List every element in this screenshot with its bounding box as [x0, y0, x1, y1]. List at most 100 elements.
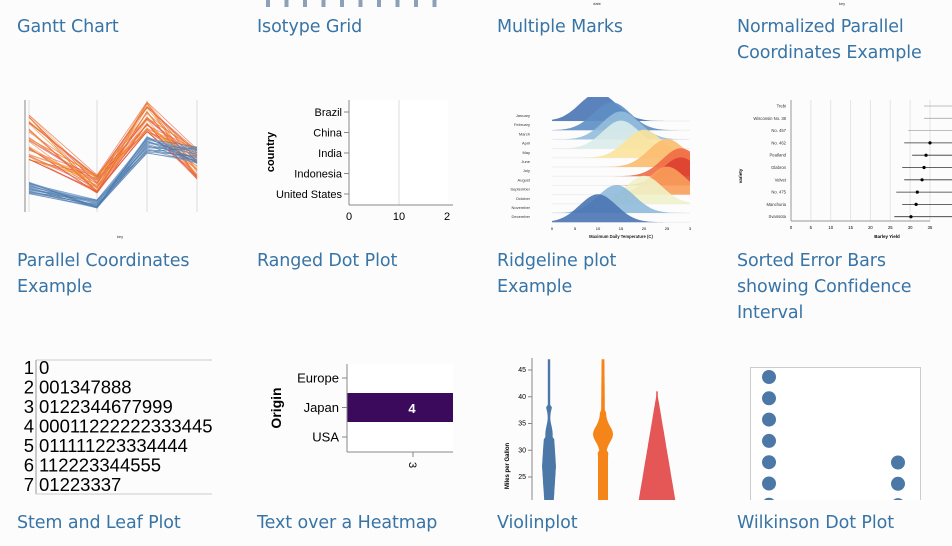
x-tick: 5: [810, 225, 813, 230]
x-tick: 20: [868, 225, 873, 230]
leaves: 01223337: [39, 474, 121, 495]
y-axis-title: variety: [738, 168, 743, 183]
variety-label: Wisconsin No. 38: [753, 116, 786, 121]
gallery-link-wilkinson-dot-plot[interactable]: Wilkinson Dot Plot: [737, 510, 952, 536]
person-icon: [284, 0, 289, 7]
variety-label: Peatland: [769, 153, 786, 158]
leaves: 0122344677999: [39, 396, 173, 417]
variety-label: No. 475: [771, 190, 786, 195]
month-label: December: [512, 214, 531, 219]
variety-label: Glabron: [771, 165, 787, 170]
dot: [762, 391, 776, 406]
leaves: 0: [39, 358, 49, 378]
variety-label: No. 462: [771, 140, 786, 145]
y-axis-title: Miles per Gallon: [505, 443, 511, 490]
y-tick: 30: [518, 447, 526, 454]
isotype-grid-thumbnail[interactable]: [258, 0, 458, 10]
x-tick: 25: [665, 226, 670, 231]
person-icon: [395, 0, 400, 7]
normalized-parallel-thumbnail[interactable]: key: [737, 0, 937, 10]
error-bars: Trebi Wisconsin No. 38 No. 457 No. 462 Peatl…: [753, 100, 952, 230]
ranged-dot-plot-thumbnail[interactable]: Brazil China India Indonesia United States c…: [258, 97, 453, 222]
mean-point: [922, 165, 926, 170]
gallery-link-violinplot[interactable]: Violinplot: [497, 510, 712, 536]
y-tick: Indonesia: [294, 169, 343, 181]
x-tick: 0: [551, 226, 554, 231]
gallery-link-text-over-heatmap[interactable]: Text over a Heatmap: [257, 510, 472, 536]
gallery-link-stem-and-leaf[interactable]: Stem and Leaf Plot: [17, 510, 232, 536]
month-label: January: [516, 113, 530, 118]
person-icon: [432, 0, 437, 7]
dot: [762, 476, 776, 491]
series-lines: [28, 101, 198, 209]
cell-value: 4: [408, 401, 416, 416]
leaves: 001347888: [39, 377, 132, 398]
x-tick: 3: [406, 462, 418, 468]
person-icon: [303, 0, 307, 7]
gallery-link-gantt-chart[interactable]: Gantt Chart: [17, 14, 232, 40]
month-label: November: [512, 205, 531, 210]
x-axis-title: Maximum Daily Temperature (C): [589, 234, 653, 239]
month-label: June: [521, 159, 530, 164]
month-label: October: [516, 196, 531, 201]
stem: 6: [24, 455, 34, 476]
y-ticks: Europe Japan USA: [297, 371, 347, 445]
x-tick: 2: [444, 211, 450, 222]
x-axis-title: Barley Yield: [874, 234, 900, 239]
gallery-link-ranged-dot-plot[interactable]: Ranged Dot Plot: [257, 248, 472, 274]
gallery-link-multiple-marks[interactable]: Multiple Marks: [497, 14, 712, 40]
gallery-link-parallel-coordinates[interactable]: Parallel Coordinates Example: [17, 248, 232, 300]
y-axis-title: country: [265, 131, 277, 172]
x-tick: 10: [393, 211, 405, 222]
y-tick: 35: [518, 421, 526, 428]
y-tick: China: [313, 128, 343, 140]
multiple-marks-thumbnail[interactable]: date: [497, 0, 697, 10]
x-tick: 15: [619, 226, 624, 231]
dot: [762, 455, 776, 470]
heatmap-cell: [347, 393, 453, 422]
mean-point: [909, 215, 913, 219]
x-tick: 30: [908, 225, 913, 230]
violin-shape: [542, 359, 556, 500]
violinplot-thumbnail[interactable]: 45 40 35 30 25 Miles per Gallon: [497, 358, 692, 500]
gallery-link-isotype-grid[interactable]: Isotype Grid: [257, 14, 472, 40]
y-ticks: Brazil China India Indonesia United States: [276, 107, 349, 201]
month-label: March: [519, 131, 530, 136]
month-label: September: [510, 187, 530, 192]
ridgeline-thumbnail[interactable]: January February March April May June July Augu…: [497, 97, 692, 242]
month-label: July: [523, 168, 530, 173]
person-icon: [414, 0, 418, 7]
violins: [542, 359, 676, 500]
violin-shape: [638, 391, 676, 500]
x-tick: 20: [642, 226, 647, 231]
gallery-link-normalized-parallel-coordinates[interactable]: Normalized Parallel Coordinates Example: [737, 14, 952, 66]
dot: [891, 455, 905, 470]
x-axis-title: key: [117, 234, 123, 239]
month-label: May: [522, 150, 530, 155]
gallery-link-sorted-error-bars[interactable]: Sorted Error Bars showing Confidence Int…: [737, 248, 937, 326]
y-ticks: 45 40 35 30 25: [518, 367, 532, 481]
x-tick: 25: [888, 225, 893, 230]
x-tick: 15: [848, 225, 853, 230]
text-heatmap-thumbnail[interactable]: 4 Europe Japan USA 3 Origin: [258, 358, 453, 478]
stem: 2: [24, 377, 34, 398]
mean-point: [914, 202, 918, 206]
variety-label: Trebi: [777, 104, 786, 109]
leaves: 011111223334444: [39, 435, 188, 456]
dot: [762, 412, 776, 427]
stem-leaf-thumbnail[interactable]: 1 02 0013478883 01223446779994 0001122222233…: [17, 358, 212, 500]
y-tick: India: [318, 148, 343, 160]
sorted-error-bars-thumbnail[interactable]: Trebi Wisconsin No. 38 No. 457 No. 462 Peatl…: [737, 97, 952, 242]
y-tick: United States: [276, 189, 343, 201]
variety-label: Manchuria: [766, 202, 786, 207]
y-tick: Europe: [297, 371, 339, 386]
variety-label: Velvet: [775, 177, 787, 182]
parallel-coordinates-thumbnail[interactable]: key: [17, 97, 212, 242]
person-icon: [377, 0, 381, 7]
variety-label: Svansota: [769, 214, 787, 219]
y-axis-title: Origin: [268, 387, 284, 428]
person-icon: [321, 0, 326, 7]
gallery-link-ridgeline-plot[interactable]: Ridgeline plot Example: [497, 248, 667, 300]
wilkinson-dot-plot-thumbnail[interactable]: [737, 358, 937, 500]
leaves: 0001122222233344555: [39, 416, 212, 437]
